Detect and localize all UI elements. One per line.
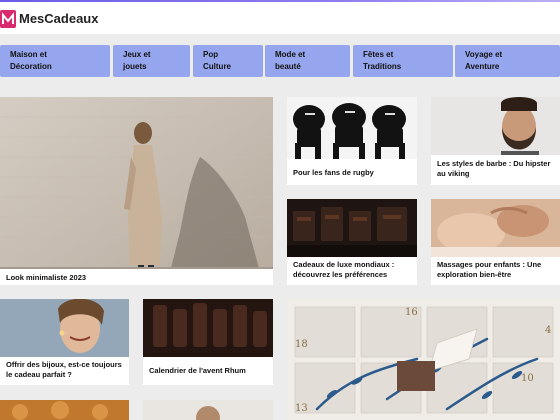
article-card-advent[interactable]: Calendrier de l'avent Rhum (143, 299, 273, 385)
article-title: Les styles de barbe : Du hipster au viki… (431, 155, 560, 185)
advent-number: 4 (545, 325, 551, 336)
nav-item-jeux[interactable]: Jeux et jouets (113, 45, 190, 77)
minimalist-photo (0, 97, 273, 285)
article-card-massage[interactable]: Massages pour enfants : Une exploration … (431, 199, 560, 285)
jewelry-photo (0, 299, 129, 357)
advent-number: 10 (521, 373, 534, 384)
article-card-luxury[interactable]: Cadeaux de luxe mondiaux : découvrez les… (287, 199, 417, 285)
advent-calendar-photo: 16 18 4 10 13 (287, 299, 560, 420)
partial-photo (0, 400, 129, 420)
advent-rum-photo (143, 299, 273, 357)
article-title: Cadeaux de luxe mondiaux : découvrez les… (287, 257, 417, 285)
article-title: Massages pour enfants : Une exploration … (431, 257, 560, 285)
article-title: Look minimaliste 2023 (0, 269, 273, 285)
partial-photo (143, 400, 273, 420)
article-card-beard[interactable]: Les styles de barbe : Du hipster au viki… (431, 97, 560, 185)
article-title: Pour les fans de rugby (287, 159, 417, 185)
brand-logo-icon[interactable] (0, 10, 16, 28)
advent-number: 16 (405, 307, 418, 318)
article-card-minimalist[interactable]: Look minimaliste 2023 (0, 97, 273, 285)
advent-number: 18 (295, 339, 308, 350)
nav-item-mode[interactable]: Mode et beauté (265, 45, 350, 77)
massage-photo (431, 199, 560, 257)
category-nav: Maison et Décoration Jeux et jouets Pop Cul… (0, 45, 560, 77)
rugby-photo (287, 97, 417, 159)
article-title: Offrir des bijoux, est-ce toujours le ca… (0, 357, 129, 385)
beard-photo (431, 97, 560, 155)
article-card-partial[interactable] (143, 400, 273, 420)
nav-item-pop-culture[interactable]: Pop Culture (193, 45, 263, 77)
nav-item-voyage[interactable]: Voyage et Aventure (455, 45, 560, 77)
article-card-jewelry[interactable]: Offrir des bijoux, est-ce toujours le ca… (0, 299, 129, 385)
nav-item-fetes[interactable]: Fêtes et Traditions (353, 45, 453, 77)
article-card-partial[interactable] (0, 400, 129, 420)
nav-item-maison[interactable]: Maison et Décoration (0, 45, 110, 77)
site-header: MesCadeaux (0, 2, 560, 34)
article-card-advent-calendar[interactable]: 16 18 4 10 13 (287, 299, 560, 420)
advent-number: 13 (295, 403, 308, 414)
luxury-photo (287, 199, 417, 257)
brand-name[interactable]: MesCadeaux (19, 11, 98, 26)
article-title: Calendrier de l'avent Rhum (143, 357, 273, 385)
article-card-rugby[interactable]: Pour les fans de rugby (287, 97, 417, 185)
